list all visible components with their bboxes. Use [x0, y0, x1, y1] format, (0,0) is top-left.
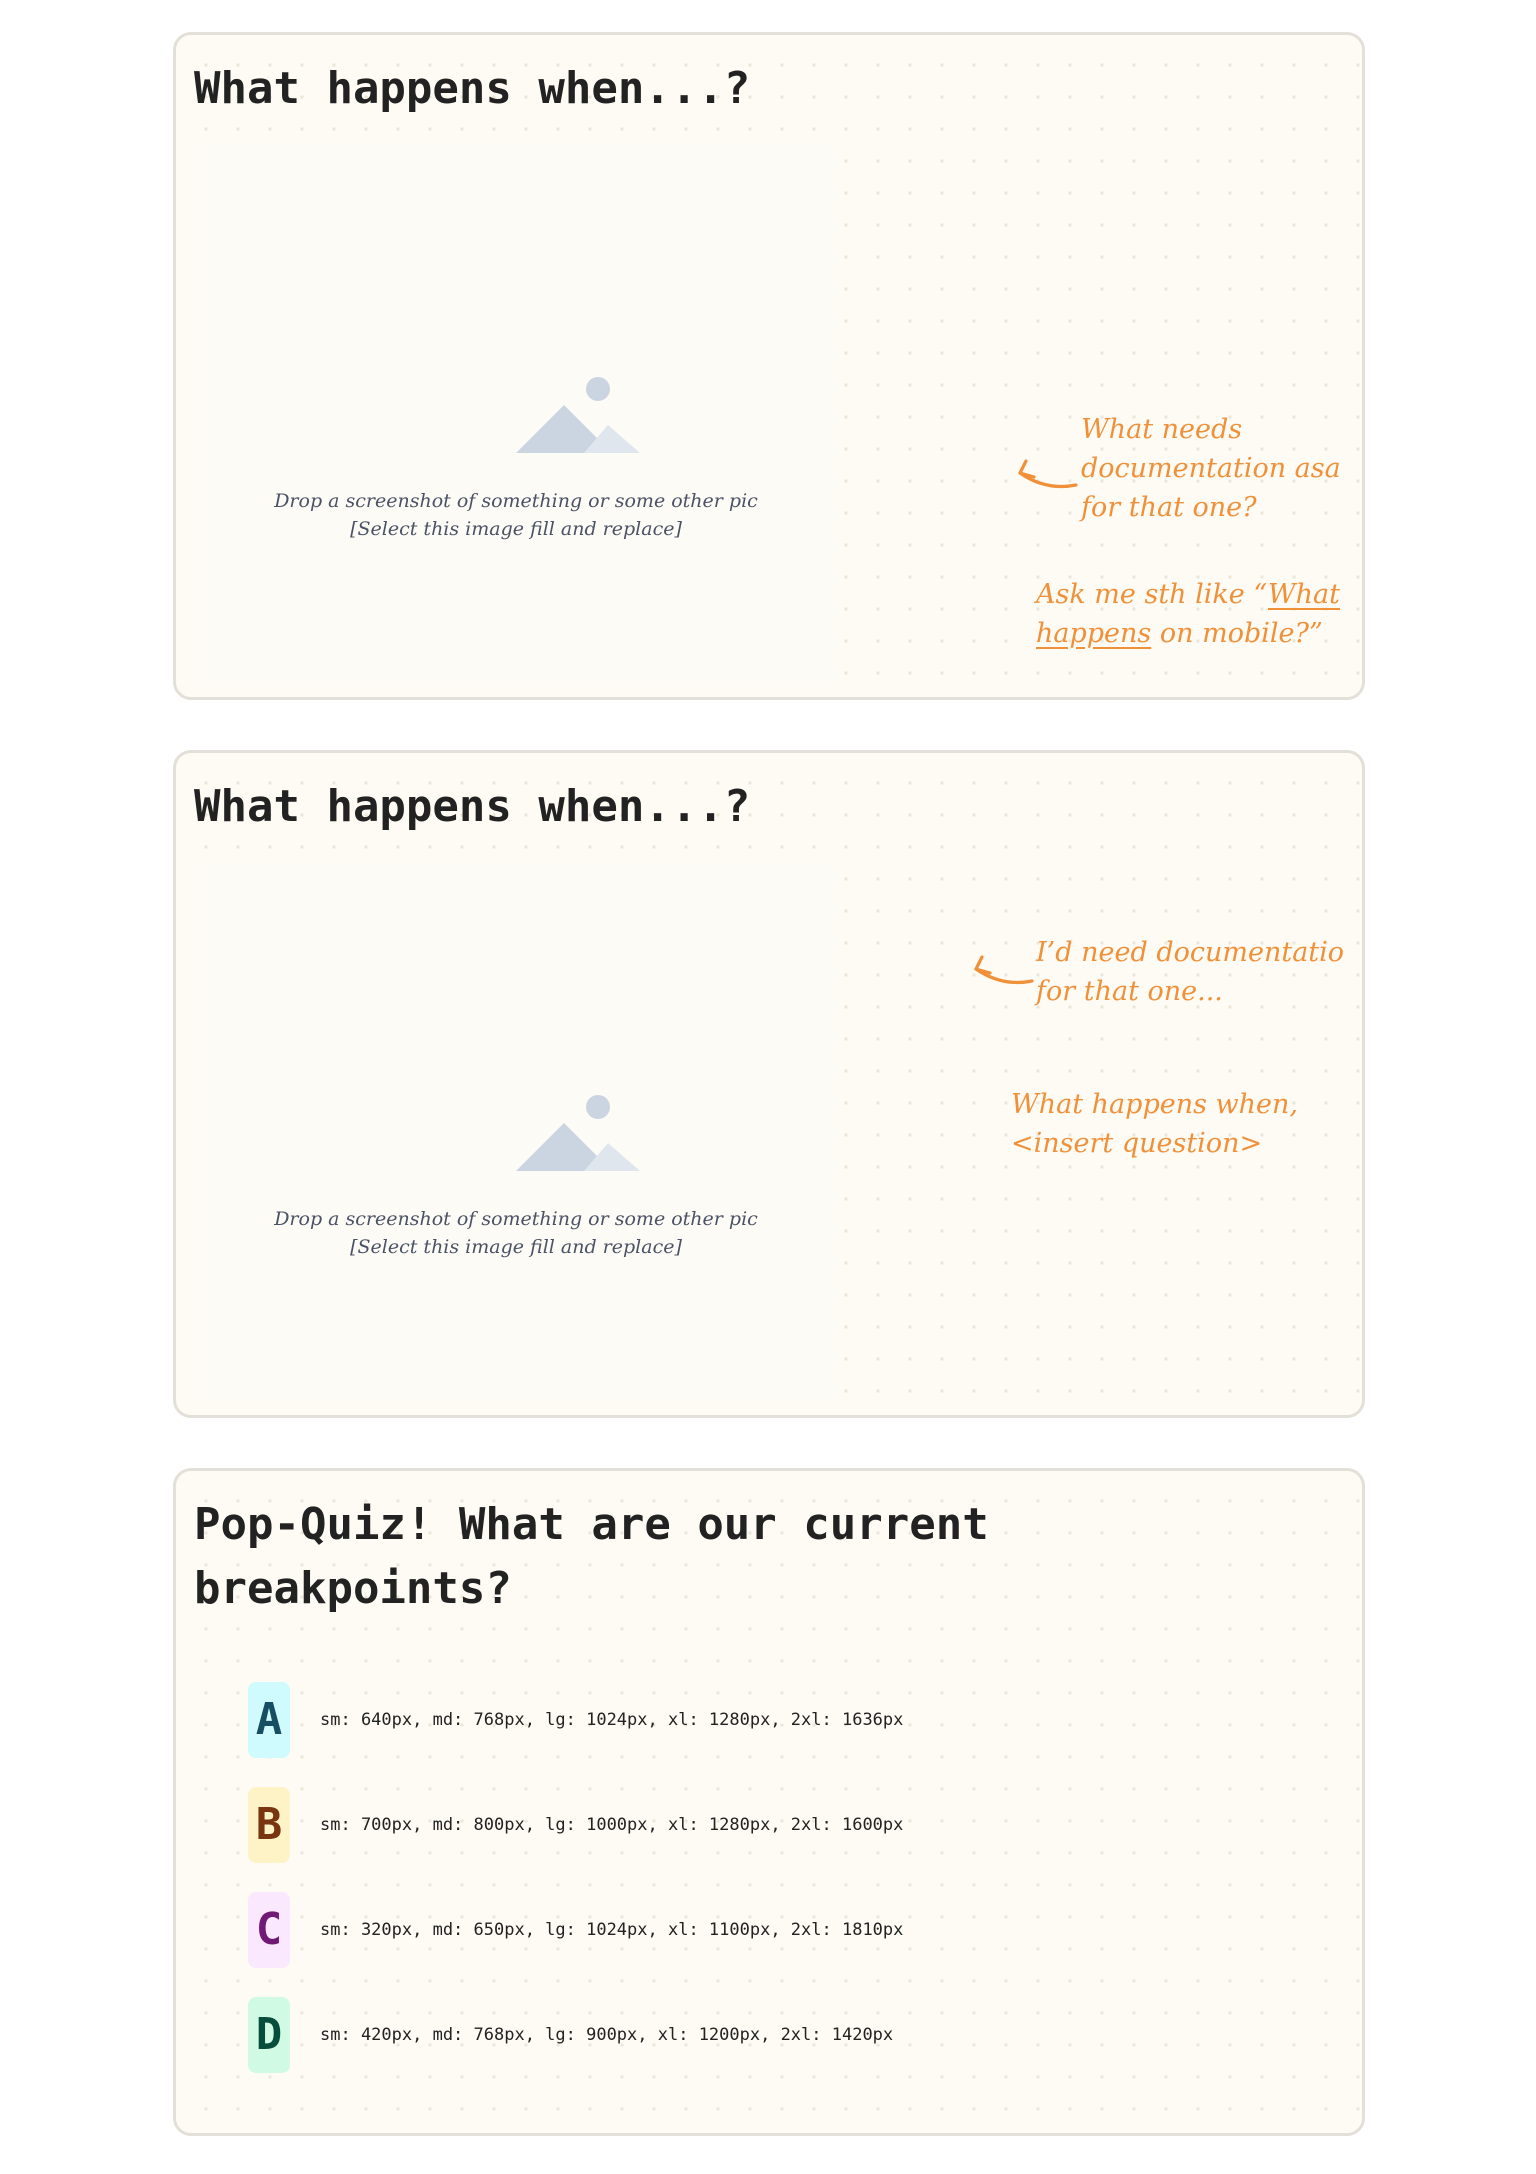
option-text: sm: 420px, md: 768px, lg: 900px, xl: 120…	[320, 2025, 894, 2045]
annotation-suggestion: Ask me sth like “What happens on mobile?…	[1036, 579, 1340, 649]
image-placeholder[interactable]: Drop a screenshot of something or some o…	[194, 859, 838, 1405]
curved-arrow-icon	[1018, 459, 1078, 489]
question-card-2: What happens when...? Drop a screenshot …	[173, 750, 1365, 1418]
card-title: What happens when...?	[194, 781, 751, 832]
option-letter-badge: D	[248, 1997, 290, 2073]
card-title: What happens when...?	[194, 63, 751, 114]
quiz-card: Pop-Quiz! What are our current breakpoin…	[173, 1468, 1365, 2136]
image-placeholder-icon	[516, 1095, 640, 1171]
question-card-1: What happens when...? Drop a screenshot …	[173, 32, 1365, 700]
option-text: sm: 320px, md: 650px, lg: 1024px, xl: 11…	[320, 1920, 904, 1940]
option-letter-badge: A	[248, 1682, 290, 1758]
quiz-option-d[interactable]: D sm: 420px, md: 768px, lg: 900px, xl: 1…	[248, 1997, 1148, 2073]
option-text: sm: 700px, md: 800px, lg: 1000px, xl: 12…	[320, 1815, 904, 1835]
placeholder-instruction: [Select this image fill and replace]	[350, 518, 682, 540]
placeholder-instruction: [Select this image fill and replace]	[350, 1236, 682, 1258]
placeholder-hint: Drop a screenshot of something or some o…	[274, 1208, 758, 1230]
option-letter-badge: B	[248, 1787, 290, 1863]
quiz-option-b[interactable]: B sm: 700px, md: 800px, lg: 1000px, xl: …	[248, 1787, 1148, 1863]
image-placeholder[interactable]: Drop a screenshot of something or some o…	[194, 141, 838, 687]
annotation-suggestion: What happens when, <insert question>	[1011, 1089, 1298, 1159]
placeholder-hint: Drop a screenshot of something or some o…	[274, 490, 758, 512]
quiz-title: Pop-Quiz! What are our current breakpoin…	[194, 1499, 989, 1614]
quiz-option-a[interactable]: A sm: 640px, md: 768px, lg: 1024px, xl: …	[248, 1682, 1148, 1758]
option-text: sm: 640px, md: 768px, lg: 1024px, xl: 12…	[320, 1710, 904, 1730]
image-placeholder-icon	[516, 377, 640, 453]
curved-arrow-icon	[974, 955, 1034, 985]
option-letter-badge: C	[248, 1892, 290, 1968]
annotation-note: What needs documentation asa for that on…	[1081, 414, 1341, 523]
quiz-option-c[interactable]: C sm: 320px, md: 650px, lg: 1024px, xl: …	[248, 1892, 1148, 1968]
annotation-note: I’d need documentatio for that one...	[1036, 937, 1345, 1007]
